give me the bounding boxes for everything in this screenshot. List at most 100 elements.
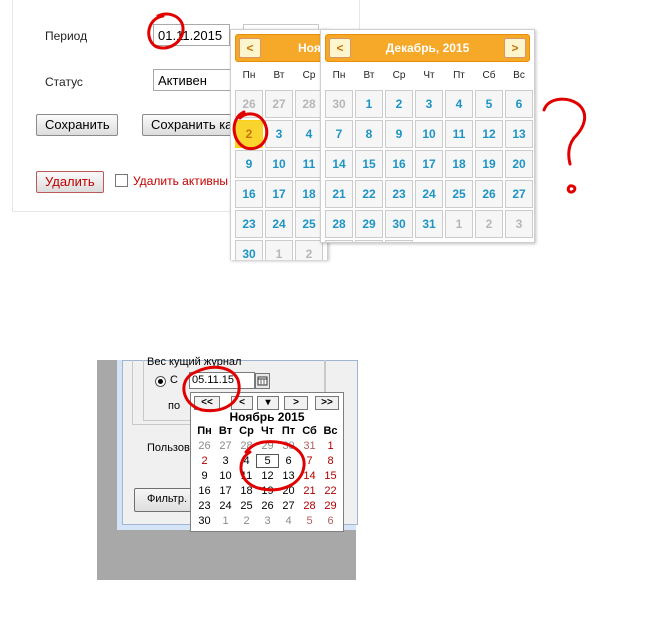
- day-cell[interactable]: 23: [235, 210, 263, 238]
- day-cell[interactable]: 1: [265, 240, 293, 260]
- day-cell[interactable]: 19: [257, 485, 278, 497]
- day-cell[interactable]: 18: [236, 485, 257, 497]
- day-cell[interactable]: 9: [194, 470, 215, 482]
- day-cell[interactable]: 4: [445, 90, 473, 118]
- day-cell[interactable]: 15: [320, 470, 341, 482]
- day-cell[interactable]: 6: [278, 455, 299, 467]
- day-cell[interactable]: 30: [278, 440, 299, 452]
- day-cell[interactable]: 18: [295, 180, 323, 208]
- day-cell[interactable]: 10: [215, 470, 236, 482]
- day-cell[interactable]: 4: [295, 120, 323, 148]
- day-cell[interactable]: 24: [215, 500, 236, 512]
- day-cell[interactable]: 16: [194, 485, 215, 497]
- day-cell[interactable]: 21: [299, 485, 320, 497]
- day-cell[interactable]: 3: [265, 120, 293, 148]
- day-cell[interactable]: 4: [236, 455, 257, 467]
- day-cell[interactable]: 6: [505, 90, 533, 118]
- day-cell[interactable]: 11: [236, 470, 257, 482]
- day-cell[interactable]: 26: [194, 440, 215, 452]
- day-cell[interactable]: 12: [257, 470, 278, 482]
- day-cell[interactable]: 28: [236, 440, 257, 452]
- day-cell[interactable]: 5: [256, 454, 279, 468]
- day-cell[interactable]: 8: [320, 455, 341, 467]
- day-cell[interactable]: 29: [355, 210, 383, 238]
- day-cell[interactable]: 1: [320, 440, 341, 452]
- day-cell[interactable]: 26: [257, 500, 278, 512]
- day-cell[interactable]: 21: [325, 180, 353, 208]
- day-cell[interactable]: 3: [257, 515, 278, 527]
- day-cell[interactable]: 9: [385, 120, 413, 148]
- day-cell[interactable]: 17: [415, 150, 443, 178]
- day-cell[interactable]: 30: [325, 90, 353, 118]
- day-cell[interactable]: 2: [236, 515, 257, 527]
- day-cell[interactable]: 10: [415, 120, 443, 148]
- day-cell[interactable]: 24: [265, 210, 293, 238]
- day-cell[interactable]: 10: [265, 150, 293, 178]
- day-cell[interactable]: 6: [385, 240, 413, 242]
- day-cell[interactable]: 7: [299, 455, 320, 467]
- day-cell[interactable]: 31: [299, 440, 320, 452]
- day-cell[interactable]: 17: [265, 180, 293, 208]
- day-cell[interactable]: 27: [505, 180, 533, 208]
- calendar-nav-button[interactable]: ▾: [257, 396, 279, 410]
- calendar-nav-button[interactable]: >>: [315, 396, 339, 410]
- day-cell[interactable]: 2: [194, 455, 215, 467]
- calendar-dropdown-button[interactable]: [255, 373, 270, 389]
- calendar-nav-button[interactable]: <: [231, 396, 253, 410]
- day-cell[interactable]: 1: [215, 515, 236, 527]
- day-cell[interactable]: 14: [299, 470, 320, 482]
- selected-day[interactable]: 2: [235, 120, 263, 148]
- day-cell[interactable]: 16: [385, 150, 413, 178]
- day-cell[interactable]: 24: [415, 180, 443, 208]
- day-cell[interactable]: 30: [235, 240, 263, 260]
- day-cell[interactable]: 13: [505, 120, 533, 148]
- date-from-input[interactable]: 05.11.15: [189, 372, 255, 389]
- day-cell[interactable]: 31: [415, 210, 443, 238]
- prev-month-button[interactable]: <: [329, 38, 351, 58]
- day-cell[interactable]: 3: [415, 90, 443, 118]
- calendar-nav-button[interactable]: >: [284, 396, 308, 410]
- day-cell[interactable]: 11: [445, 120, 473, 148]
- day-cell[interactable]: 1: [445, 210, 473, 238]
- calendar-nav-button[interactable]: <<: [194, 396, 220, 410]
- day-cell[interactable]: 25: [445, 180, 473, 208]
- day-cell[interactable]: 7: [325, 120, 353, 148]
- delete-active-checkbox[interactable]: [115, 174, 128, 187]
- day-cell[interactable]: 27: [215, 440, 236, 452]
- day-cell[interactable]: 28: [295, 90, 323, 118]
- day-cell[interactable]: 3: [505, 210, 533, 238]
- next-month-button[interactable]: >: [504, 38, 526, 58]
- day-cell[interactable]: 26: [475, 180, 503, 208]
- save-button[interactable]: Сохранить: [36, 114, 118, 136]
- period-date-input[interactable]: 01.11.2015: [153, 24, 230, 46]
- day-cell[interactable]: 13: [278, 470, 299, 482]
- day-cell[interactable]: 18: [445, 150, 473, 178]
- save-and-close-button[interactable]: Сохранить ка: [142, 114, 238, 136]
- day-cell[interactable]: 5: [475, 90, 503, 118]
- day-cell[interactable]: 30: [194, 515, 215, 527]
- day-cell[interactable]: 12: [475, 120, 503, 148]
- day-cell[interactable]: 3: [215, 455, 236, 467]
- day-cell[interactable]: 23: [385, 180, 413, 208]
- day-cell[interactable]: 29: [257, 440, 278, 452]
- day-cell[interactable]: 1: [355, 90, 383, 118]
- day-cell[interactable]: 26: [235, 90, 263, 118]
- day-cell[interactable]: 20: [505, 150, 533, 178]
- delete-button[interactable]: Удалить: [36, 171, 104, 193]
- day-cell[interactable]: 2: [385, 90, 413, 118]
- day-cell[interactable]: 27: [278, 500, 299, 512]
- day-cell[interactable]: 20: [278, 485, 299, 497]
- day-cell[interactable]: 5: [299, 515, 320, 527]
- day-cell[interactable]: 30: [385, 210, 413, 238]
- date-from-radio[interactable]: [155, 376, 166, 387]
- day-cell[interactable]: 5: [355, 240, 383, 242]
- day-cell[interactable]: 28: [299, 500, 320, 512]
- day-cell[interactable]: 19: [475, 150, 503, 178]
- day-cell[interactable]: 4: [325, 240, 353, 242]
- day-cell[interactable]: 14: [325, 150, 353, 178]
- prev-month-button[interactable]: <: [239, 38, 261, 58]
- day-cell[interactable]: 27: [265, 90, 293, 118]
- day-cell[interactable]: 29: [320, 500, 341, 512]
- day-cell[interactable]: 11: [295, 150, 323, 178]
- day-cell[interactable]: 2: [475, 210, 503, 238]
